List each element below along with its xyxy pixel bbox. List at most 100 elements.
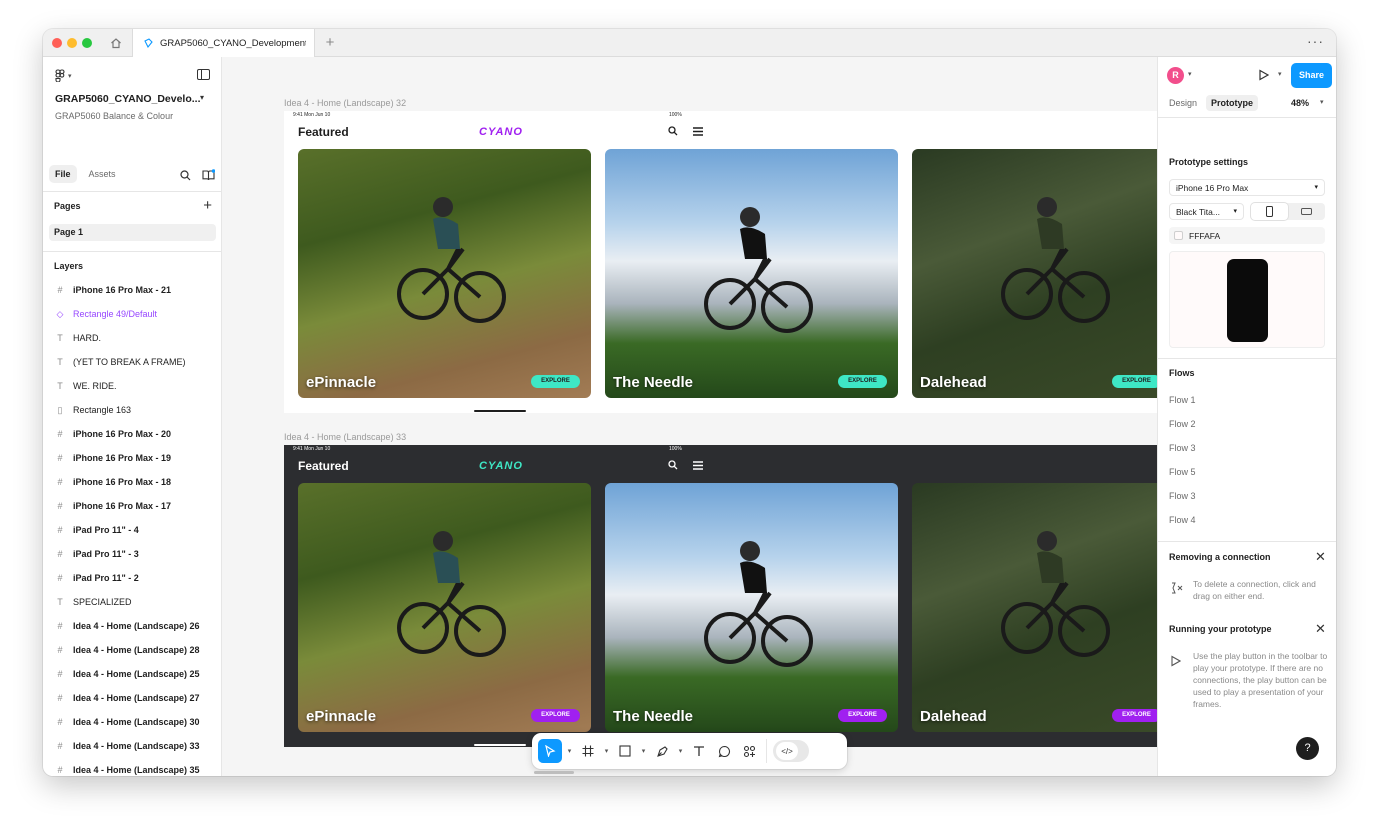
chevron-down-icon[interactable]: ▾ <box>200 93 204 102</box>
help-button[interactable]: ? <box>1296 737 1319 760</box>
close-icon[interactable]: ✕ <box>1315 550 1326 563</box>
move-tool[interactable] <box>538 739 562 763</box>
layer-row[interactable]: ◇ Rectangle 49/Default <box>43 302 221 326</box>
layer-row[interactable]: # iPhone 16 Pro Max - 17 <box>43 494 221 518</box>
layer-name: Idea 4 - Home (Landscape) 30 <box>73 717 200 727</box>
flow-item[interactable]: Flow 5 <box>1169 467 1196 477</box>
layer-row[interactable]: # iPhone 16 Pro Max - 18 <box>43 470 221 494</box>
rectangle-icon: ▯ <box>57 404 63 415</box>
layer-name: (YET TO BREAK A FRAME) <box>73 357 186 367</box>
shape-tool[interactable] <box>614 739 636 763</box>
search-icon[interactable] <box>180 170 191 181</box>
portrait-button[interactable] <box>1251 203 1288 220</box>
chevron-down-icon[interactable]: ▾ <box>602 747 611 755</box>
main-menu-button[interactable]: ▾ <box>55 69 72 82</box>
layer-row[interactable]: T SPECIALIZED <box>43 590 221 614</box>
layer-row[interactable]: # Idea 4 - Home (Landscape) 30 <box>43 710 221 734</box>
left-sidebar: ▾ GRAP5060_CYANO_Develo... ▾ GRAP5060 Ba… <box>43 57 222 776</box>
close-icon[interactable]: ✕ <box>1315 622 1326 635</box>
comment-tool[interactable] <box>713 739 735 763</box>
layer-row[interactable]: T (YET TO BREAK A FRAME) <box>43 350 221 374</box>
page-item[interactable]: Page 1 <box>49 224 216 241</box>
zoom-level[interactable]: 48% <box>1291 98 1309 108</box>
horizontal-scrollbar[interactable] <box>534 771 574 774</box>
tab-prototype[interactable]: Prototype <box>1206 95 1259 111</box>
chevron-down-icon[interactable]: ▾ <box>1278 70 1282 78</box>
actions-tool[interactable] <box>738 739 760 763</box>
layer-row[interactable]: # iPad Pro 11" - 4 <box>43 518 221 542</box>
layer-row[interactable]: # iPhone 16 Pro Max - 20 <box>43 422 221 446</box>
text-tool[interactable] <box>688 739 710 763</box>
device-select-value: iPhone 16 Pro Max <box>1176 183 1249 193</box>
layer-row[interactable]: # iPad Pro 11" - 2 <box>43 566 221 590</box>
frame-tool[interactable] <box>577 739 599 763</box>
background-hex[interactable]: FFFAFA <box>1189 231 1220 241</box>
canvas-frame-dark[interactable]: 9:41 Mon Jun 10 100% Featured CYANO ePinnacl… <box>284 445 1157 747</box>
layer-row[interactable]: # Idea 4 - Home (Landscape) 28 <box>43 638 221 662</box>
layer-row[interactable]: # iPhone 16 Pro Max - 19 <box>43 446 221 470</box>
destination-card: ePinnacle EXPLORE <box>298 149 591 398</box>
landscape-button[interactable] <box>1288 203 1325 220</box>
layer-row[interactable]: T WE. RIDE. <box>43 374 221 398</box>
chevron-down-icon[interactable]: ▾ <box>676 747 685 755</box>
minimize-window-button[interactable] <box>67 38 77 48</box>
add-page-button[interactable]: + <box>203 198 212 213</box>
layer-row[interactable]: ▯ Rectangle 163 <box>43 398 221 422</box>
flow-item[interactable]: Flow 2 <box>1169 419 1196 429</box>
status-bar-time: 9:41 Mon Jun 10 <box>293 446 331 452</box>
brand-logo: CYANO <box>479 126 523 138</box>
mountain-biker-image <box>1001 197 1110 323</box>
chevron-down-icon[interactable]: ▾ <box>1188 70 1192 78</box>
layer-name: SPECIALIZED <box>73 597 132 607</box>
close-window-button[interactable] <box>52 38 62 48</box>
layer-row[interactable]: # iPad Pro 11" - 3 <box>43 542 221 566</box>
file-name[interactable]: GRAP5060_CYANO_Develo... <box>55 93 201 105</box>
pages-title: Pages <box>54 201 81 211</box>
pen-tool[interactable] <box>651 739 673 763</box>
hamburger-menu-icon <box>693 127 703 136</box>
layer-row[interactable]: # Idea 4 - Home (Landscape) 27 <box>43 686 221 710</box>
layer-row[interactable]: # Idea 4 - Home (Landscape) 25 <box>43 662 221 686</box>
chevron-down-icon: ▾ <box>1314 184 1318 191</box>
chevron-down-icon[interactable]: ▾ <box>565 747 574 755</box>
frame-label[interactable]: Idea 4 - Home (Landscape) 33 <box>284 432 406 442</box>
new-tab-button[interactable]: + <box>321 34 339 52</box>
maximize-window-button[interactable] <box>82 38 92 48</box>
background-color-field[interactable]: FFFAFA <box>1169 227 1325 244</box>
frame-label[interactable]: Idea 4 - Home (Landscape) 32 <box>284 98 406 108</box>
document-tab[interactable]: GRAP5060_CYANO_Development <box>132 29 315 58</box>
flow-item[interactable]: Flow 3 <box>1169 491 1196 501</box>
project-name[interactable]: GRAP5060 Balance & Colour <box>55 111 173 121</box>
layer-row[interactable]: # Idea 4 - Home (Landscape) 35 <box>43 758 221 776</box>
orientation-toggle <box>1251 203 1325 220</box>
play-icon <box>1171 655 1181 667</box>
chevron-down-icon[interactable]: ▾ <box>639 747 648 755</box>
chevron-down-icon[interactable]: ▾ <box>1320 98 1324 106</box>
share-button[interactable]: Share <box>1291 63 1332 88</box>
canvas[interactable]: Idea 4 - Home (Landscape) 32 9:41 Mon Jun… <box>222 57 1157 776</box>
color-swatch[interactable] <box>1174 231 1183 240</box>
device-select[interactable]: iPhone 16 Pro Max ▾ <box>1169 179 1325 196</box>
dev-mode-toggle[interactable]: </> <box>773 740 809 762</box>
layer-row[interactable]: # iPhone 16 Pro Max - 21 <box>43 278 221 302</box>
canvas-frame-light[interactable]: 9:41 Mon Jun 10 100% Featured CYANO ePinnacl… <box>284 111 1157 413</box>
tab-design[interactable]: Design <box>1164 95 1202 111</box>
device-color-select[interactable]: Black Tita... ▾ <box>1169 203 1244 220</box>
home-tab[interactable] <box>101 29 131 57</box>
tab-assets[interactable]: Assets <box>83 165 122 183</box>
flow-item[interactable]: Flow 4 <box>1169 515 1196 525</box>
layer-row[interactable]: T HARD. <box>43 326 221 350</box>
tab-file[interactable]: File <box>49 165 77 183</box>
flow-item[interactable]: Flow 1 <box>1169 395 1196 405</box>
flow-item[interactable]: Flow 3 <box>1169 443 1196 453</box>
more-menu-button[interactable]: ··· <box>1307 33 1324 49</box>
frame-icon: # <box>57 693 63 703</box>
layer-row[interactable]: # Idea 4 - Home (Landscape) 26 <box>43 614 221 638</box>
layers-list: # iPhone 16 Pro Max - 21 ◇ Rectangle 49/Def… <box>43 278 221 776</box>
library-icon[interactable] <box>202 169 215 181</box>
avatar[interactable]: R <box>1167 67 1184 84</box>
card-title: ePinnacle <box>306 374 377 391</box>
toggle-sidebar-icon[interactable] <box>197 69 210 80</box>
play-icon[interactable] <box>1258 69 1269 81</box>
layer-row[interactable]: # Idea 4 - Home (Landscape) 33 <box>43 734 221 758</box>
